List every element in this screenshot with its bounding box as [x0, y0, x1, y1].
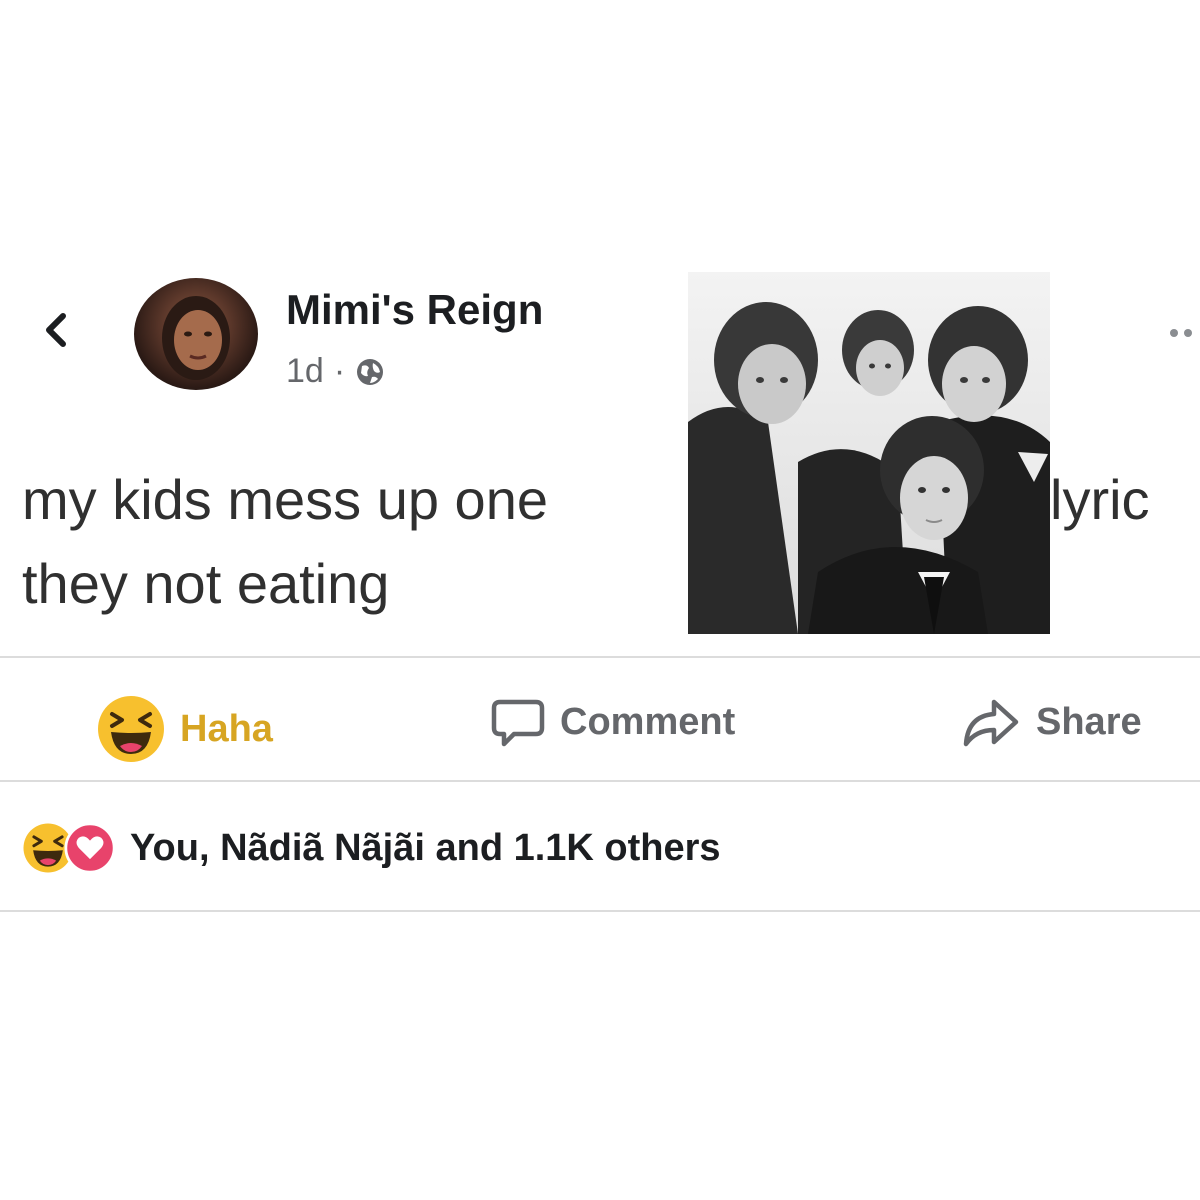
share-icon	[963, 699, 1019, 747]
comment-button[interactable]: Comment	[490, 694, 735, 750]
avatar[interactable]	[134, 278, 258, 390]
post-meta: 1d ·	[286, 352, 385, 391]
share-label: Share	[1036, 700, 1142, 743]
post-text-line-1: my kids mess up one	[22, 468, 548, 531]
post-text-line-2: they not eating	[22, 552, 390, 615]
band-photo	[688, 272, 1050, 634]
divider-middle	[0, 780, 1200, 782]
haha-label: Haha	[180, 707, 273, 750]
post-timestamp[interactable]: 1d	[286, 352, 324, 391]
more-dot	[1170, 329, 1178, 337]
band-photo-illustration	[688, 272, 1050, 634]
haha-button[interactable]: Haha	[96, 694, 273, 764]
share-button[interactable]: Share	[960, 694, 1142, 750]
chevron-left-icon	[46, 313, 66, 347]
more-dot	[1184, 329, 1192, 337]
meta-separator: ·	[333, 352, 346, 390]
post-text-overflow: lyric	[1050, 468, 1150, 531]
divider-top	[0, 656, 1200, 658]
more-options-button[interactable]	[1170, 318, 1200, 348]
reactions-summary[interactable]: You, Nãdiã Nãjãi and 1.1K others	[22, 822, 721, 874]
haha-icon	[98, 696, 164, 762]
back-button[interactable]	[36, 300, 76, 360]
author-name[interactable]: Mimi's Reign	[286, 286, 543, 334]
globe-icon	[357, 358, 384, 385]
comment-icon	[491, 699, 545, 747]
reaction-summary-text: You, Nãdiã Nãjãi and 1.1K others	[130, 826, 721, 869]
avatar-portrait	[162, 296, 230, 380]
love-icon	[64, 822, 116, 874]
divider-bottom	[0, 910, 1200, 912]
comment-label: Comment	[560, 700, 736, 743]
